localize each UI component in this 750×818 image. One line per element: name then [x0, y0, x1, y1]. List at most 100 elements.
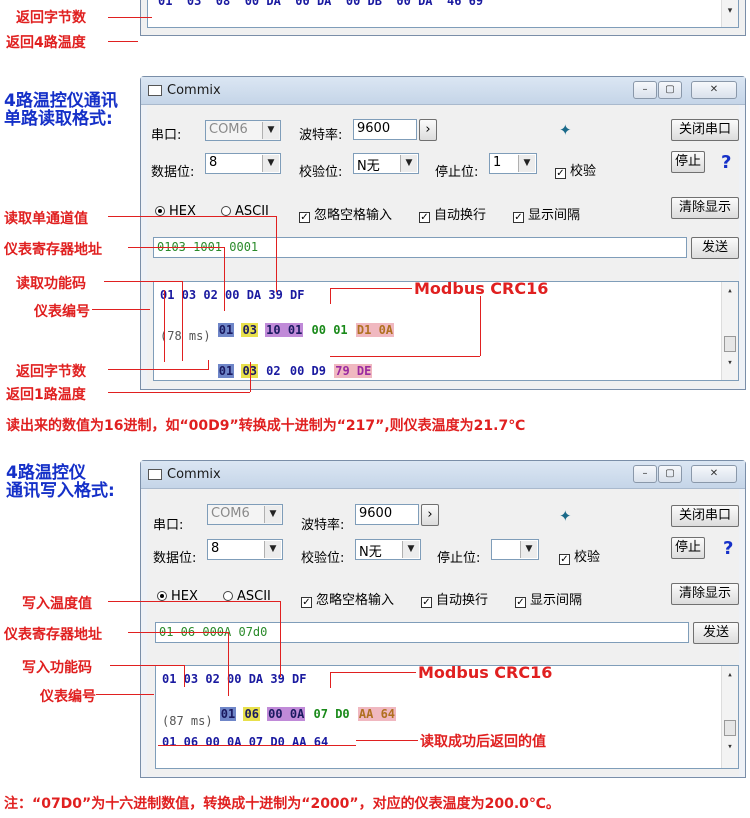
databits-select[interactable]: 8 ▼: [207, 539, 283, 560]
s2-line-crc-v: [330, 672, 331, 688]
section2-title-line1: 4路温控仪: [6, 463, 86, 483]
s1-line-id-v: [164, 290, 165, 362]
receive-scrollbar[interactable]: ▴ ▾: [721, 282, 738, 380]
close-port-button[interactable]: 关闭串口: [671, 119, 739, 141]
chevron-down-icon: ▼: [520, 541, 537, 558]
port-value: COM6: [209, 122, 248, 137]
clear-display-button[interactable]: 清除显示: [671, 583, 739, 605]
baud-arrow-button[interactable]: ›: [419, 119, 437, 141]
parity-select[interactable]: N无 ▼: [353, 153, 419, 174]
verify-checkbox[interactable]: ✓ 校验: [559, 546, 600, 565]
databits-label: 数据位:: [151, 165, 195, 180]
s1-line-single-v: [276, 216, 277, 292]
show-gap-checkbox[interactable]: ✓ 显示间隔: [515, 589, 582, 608]
s1-line-func-v: [182, 281, 183, 361]
baud-input[interactable]: 9600: [353, 119, 417, 140]
baud-input[interactable]: 9600: [355, 504, 419, 525]
port-label: 串口:: [151, 128, 182, 143]
minimize-button[interactable]: –: [633, 81, 657, 99]
port-select[interactable]: COM6 ▼: [205, 120, 281, 141]
section1-title-line1: 4路温控仪通讯: [4, 91, 118, 111]
note-1: 读出来的数值为16进制，如“00D9”转换成十进制为“217”,则仪表温度为21…: [6, 418, 526, 434]
ignore-space-label: 忽略空格输入: [316, 593, 395, 608]
send-button[interactable]: 发送: [691, 237, 739, 259]
auto-newline-checkbox[interactable]: ✓ 自动换行: [419, 204, 486, 223]
tool-icon[interactable]: ✦: [559, 121, 577, 139]
ann-write-temp: 写入温度值: [22, 596, 92, 612]
s2-line-crc-h: [330, 672, 416, 673]
s1-line-crc2-v: [480, 296, 481, 356]
tool-icon[interactable]: ✦: [559, 507, 577, 525]
top-fragment-window: 01 03 08 00 DA 00 DA 00 DB 00 DA 46 69 ▾: [140, 0, 746, 36]
clear-display-button[interactable]: 清除显示: [671, 197, 739, 219]
show-gap-checkbox[interactable]: ✓ 显示间隔: [513, 204, 580, 223]
ann-read-single: 读取单通道值: [4, 211, 88, 227]
recv-register: 00 0A: [267, 707, 306, 721]
recv-count: 00 01: [311, 323, 348, 337]
window-title: Commix: [167, 467, 221, 482]
chevron-down-icon: ▼: [402, 541, 419, 558]
parity-value: N无: [359, 545, 382, 560]
check-icon: ✓: [421, 597, 432, 608]
s1-line-bc-h: [108, 369, 208, 370]
parity-label: 校验位:: [301, 551, 345, 566]
top-hex-box: 01 03 08 00 DA 00 DA 00 DB 00 DA 46 69 ▾: [147, 0, 739, 28]
maximize-button[interactable]: ▢: [658, 465, 682, 483]
stopbits-label: 停止位:: [437, 551, 481, 566]
top-scrollbar[interactable]: ▾: [721, 0, 738, 27]
close-window-button[interactable]: ✕: [691, 465, 737, 483]
stop-button[interactable]: 停止: [671, 151, 705, 173]
verify-checkbox[interactable]: ✓ 校验: [555, 160, 596, 179]
stop-button[interactable]: 停止: [671, 537, 705, 559]
check-icon: ✓: [515, 597, 526, 608]
s1-line-reg-v: [224, 247, 225, 311]
s2-line-temp-h: [108, 601, 280, 602]
ann-one-temp: 返回1路温度: [6, 387, 86, 403]
commix-window-read: Commix – ▢ ✕ 串口: COM6 ▼ 波特率: 9600 › ✦ 关闭串…: [140, 76, 746, 390]
stopbits-select[interactable]: 1 ▼: [489, 153, 537, 174]
top-label-byte-count: 返回字节数: [16, 10, 86, 26]
recv-line-3: (78 ms): [160, 329, 211, 343]
section2-title: 4路温控仪 通讯写入格式:: [6, 464, 115, 500]
stopbits-select[interactable]: ▼: [491, 539, 539, 560]
maximize-button[interactable]: ▢: [658, 81, 682, 99]
auto-newline-checkbox[interactable]: ✓ 自动换行: [421, 589, 488, 608]
port-value: COM6: [211, 506, 250, 521]
window-titlebar: Commix – ▢ ✕: [141, 77, 745, 105]
help-mark[interactable]: ?: [723, 538, 733, 559]
check-icon: ✓: [559, 554, 570, 565]
verify-label: 校验: [574, 550, 601, 565]
recv-line-3: (87 ms): [162, 714, 213, 728]
radio-off-icon: [221, 206, 231, 216]
databits-select[interactable]: 8 ▼: [205, 153, 281, 174]
s1-line-reg-h: [128, 247, 224, 248]
send-button[interactable]: 发送: [693, 622, 739, 644]
top-line-1: [108, 17, 152, 18]
s2-line-id-h: [96, 694, 154, 695]
success-label: 读取成功后返回的值: [420, 734, 546, 750]
baud-arrow-button[interactable]: ›: [421, 504, 439, 526]
help-mark[interactable]: ?: [721, 152, 731, 173]
recv-write-value: 07 D0: [313, 707, 350, 721]
s1-line-temp-h: [108, 392, 250, 393]
send-input[interactable]: 01 06 000A 07d0: [155, 622, 689, 643]
parity-select[interactable]: N无 ▼: [355, 539, 421, 560]
databits-value: 8: [211, 541, 220, 556]
minimize-button[interactable]: –: [633, 465, 657, 483]
port-select[interactable]: COM6 ▼: [207, 504, 283, 525]
recv-device-id: 01: [217, 323, 235, 337]
ignore-space-checkbox[interactable]: ✓ 忽略空格输入: [299, 204, 392, 223]
ignore-space-checkbox[interactable]: ✓ 忽略空格输入: [301, 589, 394, 608]
baud-label: 波特率:: [299, 128, 343, 143]
chevron-down-icon: ▼: [264, 506, 281, 523]
check-icon: ✓: [555, 168, 566, 179]
s2-line-reg-v: [228, 632, 229, 696]
port-label: 串口:: [153, 518, 184, 533]
databits-value: 8: [209, 155, 218, 170]
close-window-button[interactable]: ✕: [691, 81, 737, 99]
s1-line-id-h: [92, 309, 150, 310]
window-titlebar: Commix – ▢ ✕: [141, 461, 745, 489]
receive-scrollbar[interactable]: ▴ ▾: [721, 666, 738, 768]
close-port-button[interactable]: 关闭串口: [671, 505, 739, 527]
send-input[interactable]: 0103 1001 0001: [153, 237, 687, 258]
